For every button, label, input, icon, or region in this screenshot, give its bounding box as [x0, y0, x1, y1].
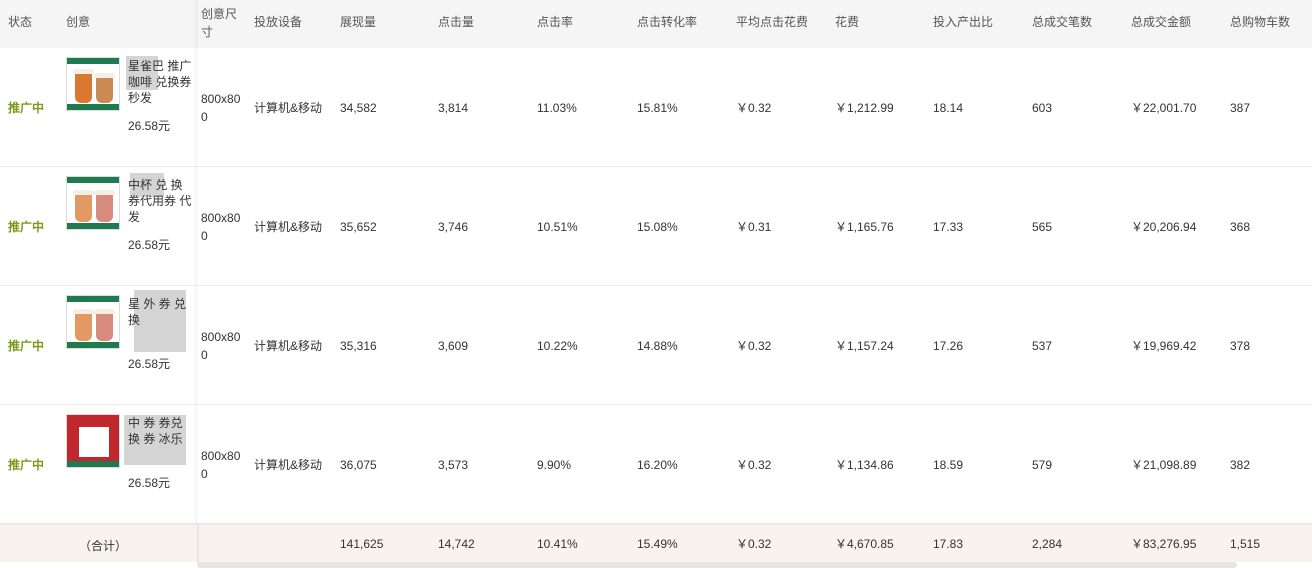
gmv-cell: ￥20,206.94: [1131, 220, 1197, 234]
total-cpc: ￥0.32: [736, 537, 772, 551]
cost-cell: ￥1,165.76: [835, 220, 894, 234]
creative-thumbnail-coffee-cups[interactable]: [66, 176, 120, 230]
orders-cell: 537: [1032, 339, 1053, 353]
creative-title: 中 券 券兑换 券 冰乐: [128, 416, 183, 446]
device-cell: 计算机&移动: [254, 101, 323, 115]
header-size[interactable]: 创意尺寸: [201, 5, 247, 41]
carts-cell: 382: [1230, 458, 1251, 472]
carts-cell: 368: [1230, 220, 1251, 234]
gmv-cell: ￥19,969.42: [1131, 339, 1197, 353]
roi-cell: 18.59: [933, 458, 964, 472]
device-cell: 计算机&移动: [254, 458, 323, 472]
creative-price: 26.58元: [128, 476, 171, 490]
header-device[interactable]: 投放设备: [254, 15, 302, 29]
cpc-cell: ￥0.32: [736, 458, 772, 472]
ctr-cell: 9.90%: [537, 458, 572, 472]
header-status[interactable]: 状态: [8, 15, 32, 29]
creative-thumbnail-red-box[interactable]: [66, 414, 120, 468]
ctr-cell: 11.03%: [537, 101, 577, 115]
header-creative[interactable]: 创意: [66, 15, 90, 29]
cvr-cell: 16.20%: [637, 458, 678, 472]
creative-size: 800x800: [201, 92, 241, 124]
creative-size: 800x800: [201, 211, 241, 243]
total-label: （合计）: [79, 539, 128, 553]
cpc-cell: ￥0.31: [736, 220, 772, 234]
cost-cell: ￥1,157.24: [835, 339, 894, 353]
status-badge: 推广中: [8, 101, 45, 115]
ctr-cell: 10.22%: [537, 339, 578, 353]
total-row: （合计） 141,625 14,742 10.41% 15.49% ￥0.32 …: [0, 524, 1312, 563]
cost-cell: ￥1,134.86: [835, 458, 894, 472]
total-ctr: 10.41%: [537, 537, 578, 551]
gmv-cell: ￥22,001.70: [1131, 101, 1197, 115]
creative-title: 中杯 兑 换券代用券 代 发: [128, 178, 192, 224]
creative-price: 26.58元: [128, 238, 171, 252]
clicks-cell: 3,814: [438, 101, 469, 115]
total-impressions: 141,625: [340, 537, 384, 551]
creative-thumbnail-coffee-cups[interactable]: [66, 57, 120, 111]
cpc-cell: ￥0.32: [736, 339, 772, 353]
header-gmv[interactable]: 总成交金额: [1131, 15, 1191, 29]
creative-price: 26.58元: [128, 357, 171, 371]
orders-cell: 603: [1032, 101, 1053, 115]
cvr-cell: 14.88%: [637, 339, 678, 353]
total-clicks: 14,742: [438, 537, 475, 551]
status-badge: 推广中: [8, 339, 45, 353]
header-roi[interactable]: 投入产出比: [933, 15, 993, 29]
device-cell: 计算机&移动: [254, 220, 323, 234]
total-roi: 17.83: [933, 537, 964, 551]
carts-cell: 387: [1230, 101, 1251, 115]
status-badge: 推广中: [8, 458, 45, 472]
device-cell: 计算机&移动: [254, 339, 323, 353]
roi-cell: 17.26: [933, 339, 964, 353]
clicks-cell: 3,573: [438, 458, 469, 472]
impressions-cell: 34,582: [340, 101, 377, 115]
clicks-cell: 3,609: [438, 339, 469, 353]
header-cost[interactable]: 花费: [835, 15, 859, 29]
report-table: 状态 创意 创意尺寸 投放设备 展现量 点击量 点击率 点击转化率 平均点击花费…: [0, 0, 1312, 568]
orders-cell: 565: [1032, 220, 1053, 234]
creative-price: 26.58元: [128, 119, 171, 133]
header-clicks[interactable]: 点击量: [438, 15, 474, 29]
total-gmv: ￥83,276.95: [1131, 537, 1197, 551]
impressions-cell: 36,075: [340, 458, 377, 472]
cpc-cell: ￥0.32: [736, 101, 772, 115]
roi-cell: 18.14: [933, 101, 964, 115]
creative-title: 星雀巴 推广 咖啡 兑换券秒发: [128, 59, 192, 105]
gmv-cell: ￥21,098.89: [1131, 458, 1197, 472]
header-impressions[interactable]: 展现量: [340, 15, 376, 29]
header-cvr[interactable]: 点击转化率: [637, 15, 697, 29]
creative-size: 800x800: [201, 330, 241, 362]
creative-size: 800x800: [201, 449, 241, 481]
clicks-cell: 3,746: [438, 220, 469, 234]
creative-thumbnail-coffee-cups[interactable]: [66, 295, 120, 349]
horizontal-scrollbar[interactable]: [197, 562, 1237, 568]
fixed-column-shadow: [195, 0, 199, 524]
roi-cell: 17.33: [933, 220, 964, 234]
header-orders[interactable]: 总成交笔数: [1032, 15, 1092, 29]
status-badge: 推广中: [8, 220, 45, 234]
ctr-cell: 10.51%: [537, 220, 578, 234]
header-carts[interactable]: 总购物车数: [1230, 15, 1290, 29]
total-cvr: 15.49%: [637, 537, 678, 551]
total-divider: [197, 525, 199, 563]
carts-cell: 378: [1230, 339, 1251, 353]
cvr-cell: 15.08%: [637, 220, 678, 234]
creative-title: 星 外 券 兑换: [128, 297, 187, 327]
cost-cell: ￥1,212.99: [835, 101, 894, 115]
header-ctr[interactable]: 点击率: [537, 15, 573, 29]
impressions-cell: 35,316: [340, 339, 377, 353]
header-cpc[interactable]: 平均点击花费: [736, 15, 808, 29]
total-carts: 1,515: [1230, 537, 1261, 551]
total-orders: 2,284: [1032, 537, 1063, 551]
impressions-cell: 35,652: [340, 220, 377, 234]
total-cost: ￥4,670.85: [835, 537, 894, 551]
cvr-cell: 15.81%: [637, 101, 678, 115]
orders-cell: 579: [1032, 458, 1053, 472]
